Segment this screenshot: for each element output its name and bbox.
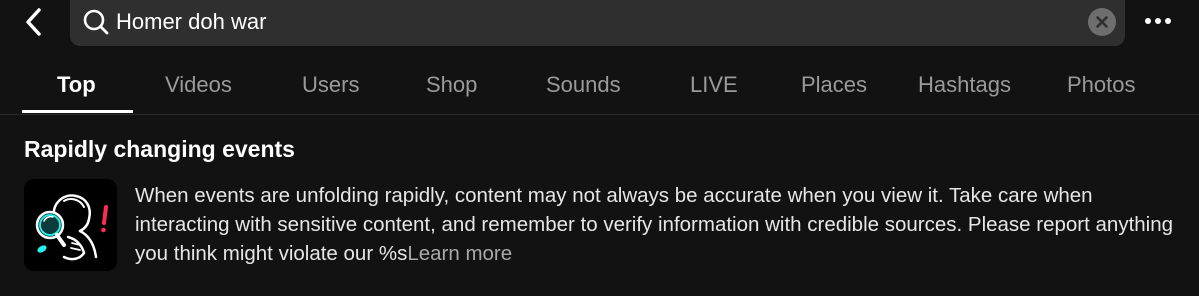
search-tabs: Top Videos Users Shop Sounds LIVE Places…	[0, 58, 1199, 115]
tab-users[interactable]: Users	[302, 72, 359, 98]
chevron-left-icon	[26, 8, 41, 36]
tab-top[interactable]: Top	[57, 72, 96, 98]
tab-hashtags[interactable]: Hashtags	[918, 72, 1011, 98]
clear-x-icon	[1096, 16, 1108, 28]
search-icon	[83, 9, 109, 35]
tab-live[interactable]: LIVE	[690, 72, 738, 98]
tab-sounds[interactable]: Sounds	[546, 72, 621, 98]
tab-photos[interactable]: Photos	[1067, 72, 1136, 98]
notice-text: When events are unfolding rapidly, conte…	[135, 184, 1174, 265]
search-bar[interactable]	[70, 0, 1125, 46]
tab-places[interactable]: Places	[801, 72, 867, 98]
magnifier-alert-illustration	[24, 179, 117, 271]
tab-shop[interactable]: Shop	[426, 72, 477, 98]
learn-more-link[interactable]: Learn more	[407, 242, 512, 265]
more-horizontal-icon	[1145, 18, 1171, 24]
active-tab-indicator	[22, 110, 133, 113]
more-options-button[interactable]	[1138, 6, 1178, 36]
clear-search-button[interactable]	[1088, 8, 1116, 36]
search-input[interactable]	[116, 5, 1076, 39]
back-button[interactable]	[14, 4, 54, 40]
notice-title: Rapidly changing events	[24, 136, 295, 162]
tab-videos[interactable]: Videos	[165, 72, 232, 98]
notice-body: When events are unfolding rapidly, conte…	[135, 181, 1185, 268]
